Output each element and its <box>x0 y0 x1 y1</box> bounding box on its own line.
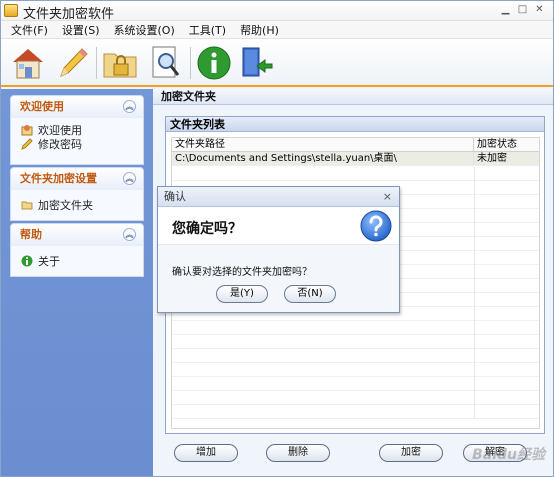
title-bar: 文件夹加密软件 ▁ □ ✕ <box>1 1 553 22</box>
panel-header[interactable]: 欢迎使用 ︽ <box>11 96 143 118</box>
yes-button[interactable]: 是(Y) <box>216 285 268 303</box>
toolbar-separator <box>96 47 97 79</box>
close-icon[interactable]: × <box>383 187 392 207</box>
sidebar-item-welcome[interactable]: 欢迎使用 <box>21 123 143 137</box>
search-document-icon[interactable] <box>147 44 185 82</box>
home-icon[interactable] <box>9 44 47 82</box>
menu-file[interactable]: 文件(F) <box>11 22 48 38</box>
dialog-header: 您确定吗？ <box>158 207 399 245</box>
dialog-title-bar: 确认 × <box>158 187 399 207</box>
menu-system-settings[interactable]: 系统设置(O) <box>114 22 175 38</box>
panel-title: 文件夹加密设置 <box>20 172 97 185</box>
pencil-icon <box>21 138 33 150</box>
app-window: 文件夹加密软件 ▁ □ ✕ 文件(F) 设置(S) 系统设置(O) 工具(T) … <box>0 0 554 477</box>
window-controls: ▁ □ ✕ <box>498 3 547 18</box>
sidebar: 欢迎使用 ︽ 欢迎使用 修改密码 文件夹加密设置 ︽ 加密文件夹 帮助 ︽ 关于 <box>1 89 153 476</box>
dialog-title: 确认 <box>164 190 186 203</box>
info-icon[interactable] <box>195 44 233 82</box>
app-icon <box>4 4 18 17</box>
column-header-path[interactable]: 文件夹路径 <box>172 138 474 151</box>
table-row[interactable]: C:\Documents and Settings\stella.yuan\桌面… <box>172 152 539 166</box>
folder-icon <box>21 201 33 210</box>
question-icon <box>360 210 392 242</box>
panel-folder-encrypt-settings: 文件夹加密设置 ︽ 加密文件夹 <box>10 167 144 221</box>
panel-body: 加密文件夹 <box>11 190 143 220</box>
collapse-icon[interactable]: ︽ <box>123 172 136 185</box>
cell-status: 未加密 <box>477 153 507 164</box>
add-button[interactable]: 增加 <box>174 444 238 462</box>
no-button[interactable]: 否(N) <box>284 285 336 303</box>
exit-icon[interactable] <box>237 44 275 82</box>
sidebar-item-label: 修改密码 <box>38 138 82 151</box>
panel-title: 欢迎使用 <box>20 100 64 113</box>
watermark: Baidu经验 <box>472 447 545 463</box>
group-title: 文件夹列表 <box>166 117 544 132</box>
sidebar-item-about[interactable]: 关于 <box>21 254 143 268</box>
panel-body: 欢迎使用 修改密码 <box>11 118 143 164</box>
list-header: 文件夹路径 加密状态 <box>172 138 539 152</box>
info-icon <box>21 255 33 267</box>
panel-header[interactable]: 文件夹加密设置 ︽ <box>11 168 143 190</box>
panel-body: 关于 <box>11 246 143 276</box>
maximize-icon[interactable]: □ <box>515 3 530 18</box>
collapse-icon[interactable]: ︽ <box>123 228 136 241</box>
delete-button[interactable]: 删除 <box>266 444 330 462</box>
cell-path: C:\Documents and Settings\stella.yuan\桌面… <box>172 152 474 165</box>
folder-lock-icon[interactable] <box>101 44 139 82</box>
dialog-message: 确认要对选择的文件夹加密吗？ <box>172 267 312 278</box>
encrypt-button[interactable]: 加密 <box>379 444 443 462</box>
minimize-icon[interactable]: ▁ <box>498 3 513 18</box>
panel-title: 帮助 <box>20 228 42 241</box>
menu-help[interactable]: 帮助(H) <box>240 22 279 38</box>
menu-bar: 文件(F) 设置(S) 系统设置(O) 工具(T) 帮助(H) <box>1 21 553 39</box>
page-title: 加密文件夹 <box>153 89 553 105</box>
dialog-heading: 您确定吗？ <box>172 221 242 237</box>
confirm-dialog: 确认 × 您确定吗？ 确认要对选择的文件夹加密吗？ 是(Y) 否(N) <box>157 186 400 313</box>
close-icon[interactable]: ✕ <box>532 3 547 18</box>
sidebar-item-label: 加密文件夹 <box>38 199 93 212</box>
sidebar-item-encrypt-folder[interactable]: 加密文件夹 <box>21 198 143 212</box>
panel-help: 帮助 ︽ 关于 <box>10 223 144 277</box>
window-title: 文件夹加密软件 <box>23 7 115 22</box>
toolbar-separator <box>190 47 191 79</box>
menu-settings[interactable]: 设置(S) <box>62 22 100 38</box>
menu-tools[interactable]: 工具(T) <box>189 22 226 38</box>
panel-header[interactable]: 帮助 ︽ <box>11 224 143 246</box>
welcome-icon <box>21 125 33 136</box>
collapse-icon[interactable]: ︽ <box>123 100 136 113</box>
pencil-icon[interactable] <box>53 44 91 82</box>
sidebar-item-change-password[interactable]: 修改密码 <box>21 137 143 151</box>
toolbar <box>1 39 553 87</box>
column-header-status[interactable]: 加密状态 <box>474 138 539 151</box>
panel-welcome: 欢迎使用 ︽ 欢迎使用 修改密码 <box>10 95 144 165</box>
sidebar-item-label: 关于 <box>38 255 60 268</box>
